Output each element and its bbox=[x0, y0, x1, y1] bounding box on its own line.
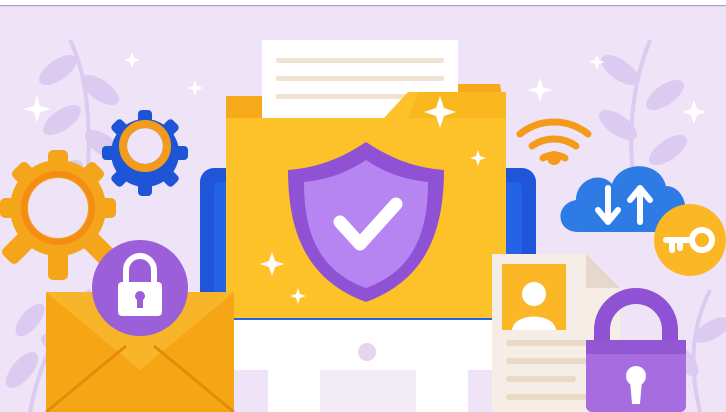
wifi-dot bbox=[547, 151, 561, 165]
gear-icon bbox=[0, 150, 116, 280]
top-divider bbox=[0, 5, 726, 7]
user-card-icon bbox=[502, 264, 566, 330]
gear-icon bbox=[102, 110, 188, 196]
key-icon bbox=[654, 204, 726, 276]
illustration-canvas bbox=[0, 0, 726, 412]
security-illustration bbox=[0, 0, 726, 412]
padlock-icon bbox=[92, 240, 188, 336]
